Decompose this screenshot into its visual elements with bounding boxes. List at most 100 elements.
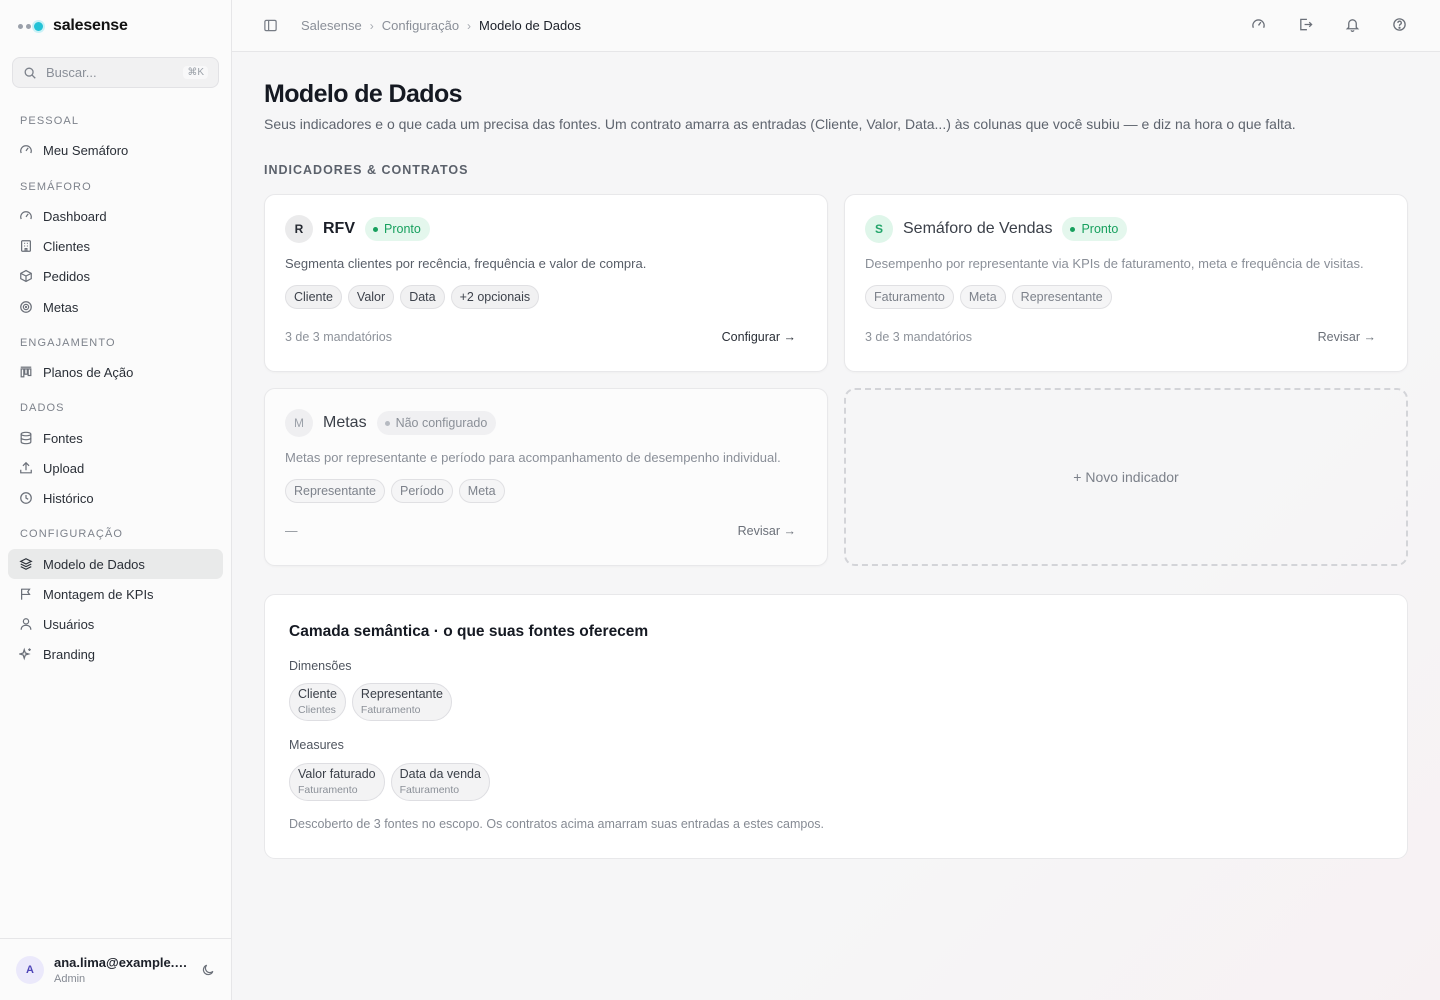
indicator-name: Metas bbox=[323, 414, 367, 431]
status-badge: Pronto bbox=[365, 217, 430, 241]
moon-icon[interactable] bbox=[201, 963, 215, 977]
user-menu[interactable]: A ana.lima@example.com Admin bbox=[0, 938, 231, 1000]
sidebar: salesense ⌘K PESSOAL Meu Semáforo SEMÁFO… bbox=[0, 0, 232, 1000]
field-name: Representante bbox=[360, 687, 443, 701]
breadcrumb-current: Modelo de Dados bbox=[479, 18, 581, 33]
sidebar-item-label: Planos de Ação bbox=[43, 364, 134, 380]
new-indicator-button[interactable]: + Novo indicador bbox=[844, 388, 1408, 566]
sidebar-item-planos-de-acao[interactable]: Planos de Ação bbox=[8, 357, 223, 387]
help-icon[interactable] bbox=[1392, 17, 1407, 32]
input-chip: Representante bbox=[1011, 285, 1112, 309]
configure-button[interactable]: Configurar → bbox=[722, 330, 796, 344]
indicator-card-metas: M Metas Não configurado Metas por repres… bbox=[264, 388, 828, 566]
sidebar-item-label: Pedidos bbox=[43, 268, 90, 284]
semantic-layer-panel: Camada semântica · o que suas fontes ofe… bbox=[264, 594, 1408, 859]
sidebar-item-label: Upload bbox=[43, 460, 85, 476]
sidebar-item-meu-semaforo[interactable]: Meu Semáforo bbox=[8, 135, 223, 165]
indicator-description: Segmenta clientes por recência, frequênc… bbox=[285, 256, 647, 271]
dimensions-label: Dimensões bbox=[289, 659, 352, 673]
user-icon bbox=[20, 618, 32, 630]
mandatory-count: 3 de 3 mandatórios bbox=[865, 330, 973, 344]
measure-pill: Data da venda Faturamento bbox=[390, 763, 490, 801]
review-button[interactable]: Revisar → bbox=[738, 524, 796, 538]
sidebar-item-label: Fontes bbox=[43, 430, 83, 446]
logout-icon[interactable] bbox=[1298, 17, 1313, 32]
indicator-initial: M bbox=[285, 409, 313, 437]
page-description: Seus indicadores e o que cada um precisa… bbox=[264, 116, 1296, 132]
indicator-description: Metas por representante e período para a… bbox=[285, 450, 781, 465]
section-title-pessoal: PESSOAL bbox=[20, 115, 80, 127]
upload-icon bbox=[20, 461, 32, 474]
field-source: Faturamento bbox=[399, 784, 460, 796]
sidebar-item-label: Dashboard bbox=[43, 208, 107, 224]
mandatory-count: 3 de 3 mandatórios bbox=[285, 330, 393, 344]
kanban-icon bbox=[20, 366, 32, 378]
user-email: ana.lima@example.com bbox=[54, 954, 193, 970]
sidebar-item-label: Meu Semáforo bbox=[43, 142, 129, 158]
sidebar-item-label: Branding bbox=[43, 646, 96, 662]
field-name: Valor faturado bbox=[298, 767, 376, 781]
section-title-semaforo: SEMÁFORO bbox=[20, 181, 92, 193]
sidebar-item-fontes[interactable]: Fontes bbox=[8, 423, 223, 453]
review-button[interactable]: Revisar → bbox=[1318, 330, 1376, 344]
semantic-layer-title: Camada semântica · o que suas fontes ofe… bbox=[289, 623, 649, 640]
dimension-pill: Cliente Clientes bbox=[289, 683, 346, 721]
indicator-name: RFV bbox=[323, 220, 355, 237]
search-input[interactable] bbox=[46, 65, 184, 80]
sidebar-item-upload[interactable]: Upload bbox=[8, 453, 223, 483]
topbar: Salesense › Configuração › Modelo de Dad… bbox=[232, 0, 1440, 52]
sidebar-item-label: Metas bbox=[43, 299, 79, 315]
bell-icon[interactable] bbox=[1345, 17, 1360, 32]
user-role: Admin bbox=[54, 972, 86, 985]
gauge-icon[interactable] bbox=[1251, 17, 1266, 32]
clock-icon bbox=[20, 492, 32, 504]
status-badge: Pronto bbox=[1062, 217, 1128, 241]
sidebar-item-pedidos[interactable]: Pedidos bbox=[8, 261, 223, 291]
breadcrumb-link-configuracao[interactable]: Configuração bbox=[382, 18, 459, 33]
brand-logo[interactable]: salesense bbox=[18, 16, 128, 36]
sidebar-item-historico[interactable]: Histórico bbox=[8, 483, 223, 513]
section-title-configuracao: CONFIGURAÇÃO bbox=[20, 528, 124, 540]
database-icon bbox=[20, 431, 32, 445]
field-name: Cliente bbox=[298, 687, 337, 701]
top-actions bbox=[1251, 17, 1407, 32]
avatar: A bbox=[16, 955, 44, 984]
status-badge: Não configurado bbox=[376, 411, 497, 435]
search-box[interactable]: ⌘K bbox=[12, 57, 219, 88]
user-info: ana.lima@example.com Admin bbox=[54, 955, 193, 985]
breadcrumb-link-salesense[interactable]: Salesense bbox=[301, 18, 362, 33]
breadcrumb-separator: › bbox=[467, 18, 472, 33]
measure-pill: Valor faturado Faturamento bbox=[289, 763, 385, 801]
search-shortcut: ⌘K bbox=[183, 66, 208, 79]
sidebar-item-clientes[interactable]: Clientes bbox=[8, 231, 223, 261]
input-chip: Meta bbox=[959, 285, 1006, 309]
building-icon bbox=[21, 240, 31, 252]
dimension-pill: Representante Faturamento bbox=[351, 683, 452, 721]
section-title-engajamento: ENGAJAMENTO bbox=[20, 337, 116, 349]
sidebar-item-dashboard[interactable]: Dashboard bbox=[8, 201, 223, 231]
sidebar-item-usuarios[interactable]: Usuários bbox=[8, 609, 223, 639]
sidebar-item-modelo-de-dados[interactable]: Modelo de Dados bbox=[8, 549, 223, 579]
field-source: Faturamento bbox=[360, 704, 421, 716]
optional-inputs-chip[interactable]: +2 opcionais bbox=[450, 285, 540, 309]
input-chip: Valor bbox=[347, 285, 395, 309]
logo-icon bbox=[18, 21, 43, 31]
package-icon bbox=[20, 269, 32, 283]
flag-icon bbox=[21, 588, 31, 600]
target-icon bbox=[20, 301, 32, 313]
sidebar-item-montagem-de-kpis[interactable]: Montagem de KPIs bbox=[8, 579, 223, 609]
field-name: Data da venda bbox=[399, 767, 481, 781]
breadcrumb: Salesense › Configuração › Modelo de Dad… bbox=[301, 18, 581, 33]
sidebar-toggle-icon[interactable] bbox=[263, 18, 278, 33]
field-source: Faturamento bbox=[298, 784, 358, 796]
sparkles-icon bbox=[19, 647, 31, 661]
input-chip: Cliente bbox=[285, 285, 342, 309]
gauge-icon bbox=[20, 145, 32, 154]
indicator-initial: S bbox=[865, 215, 893, 243]
indicator-card-rfv: R RFV Pronto Segmenta clientes por recên… bbox=[264, 194, 828, 372]
input-chip: Representante bbox=[285, 479, 386, 503]
sidebar-item-label: Modelo de Dados bbox=[43, 556, 145, 572]
sidebar-item-metas[interactable]: Metas bbox=[8, 292, 223, 322]
measures-label: Measures bbox=[289, 738, 344, 752]
sidebar-item-branding[interactable]: Branding bbox=[8, 639, 223, 669]
